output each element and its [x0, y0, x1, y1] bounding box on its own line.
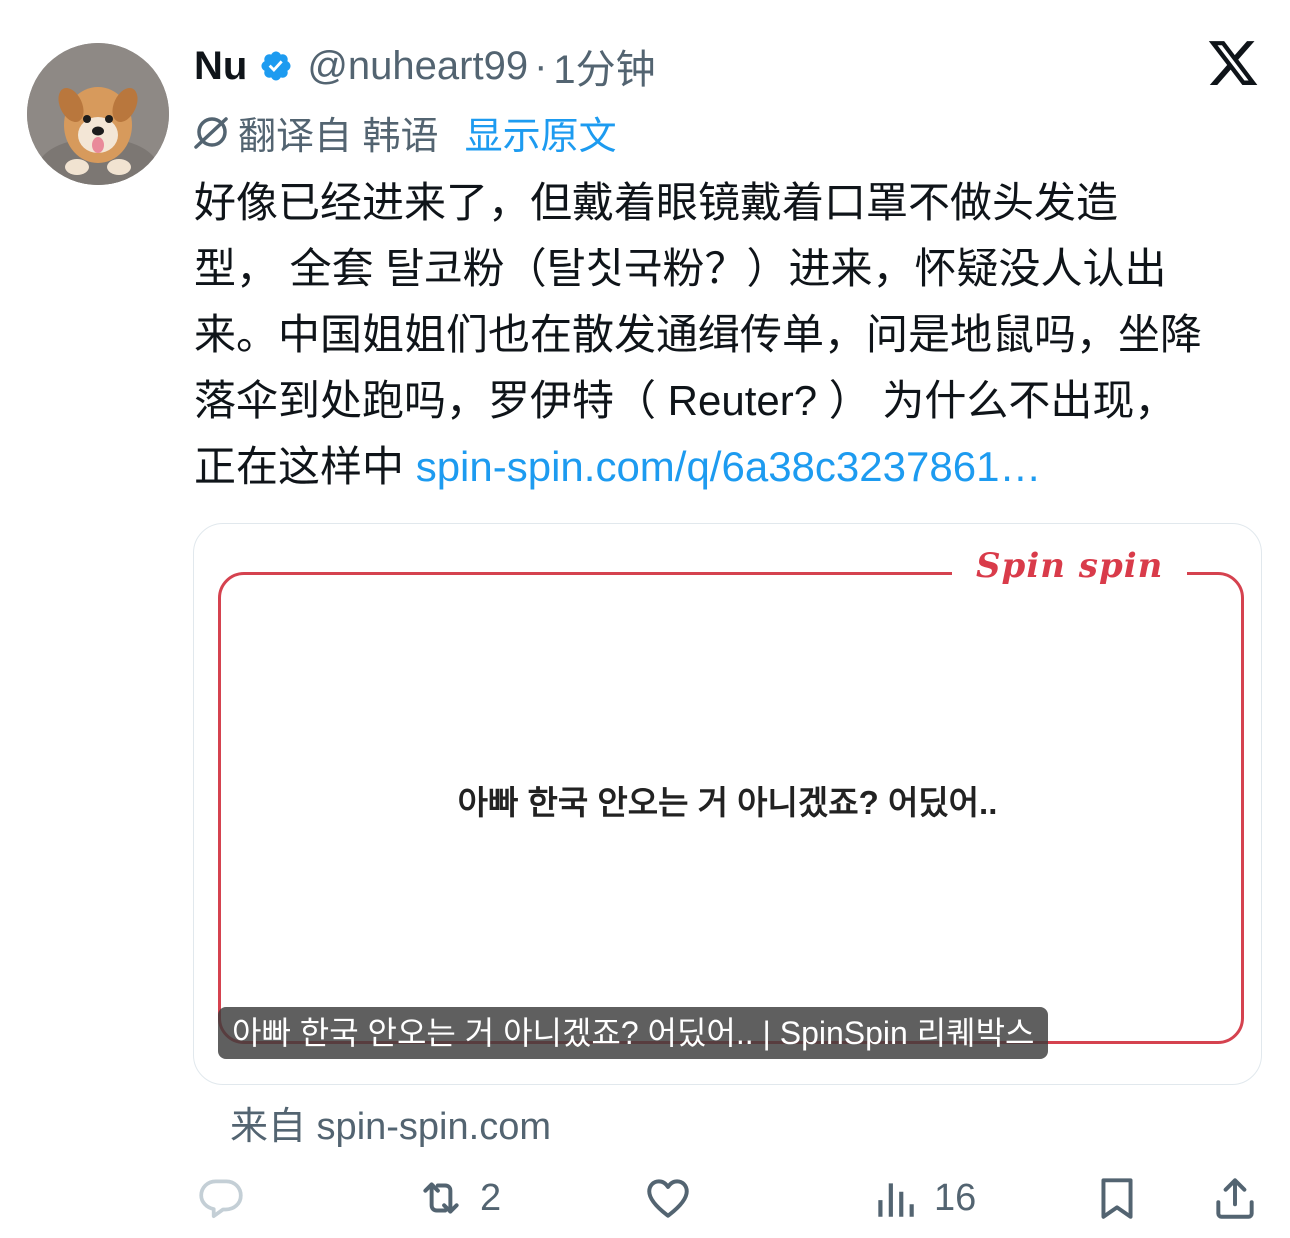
avatar[interactable]: [27, 43, 169, 185]
tweet-text-line: 型， 全套 탈코粉（탈칫국粉？）进来，怀疑没人认出: [194, 245, 1167, 292]
show-original-button[interactable]: 显示原文: [465, 105, 617, 160]
verified-badge-icon: [259, 49, 293, 83]
separator-dot: ·: [534, 43, 548, 88]
views-count: 16: [934, 1176, 977, 1219]
views-icon: [878, 1183, 914, 1217]
tweet-header: Nu @nuheart99 · 1分钟: [194, 36, 656, 96]
link-preview-card[interactable]: Spin spin 아빠 한국 안오는 거 아니겠죠? 어딨어.. 아빠 한국 …: [193, 523, 1262, 1085]
views-button[interactable]: 16: [870, 1170, 976, 1226]
share-icon: [1216, 1178, 1254, 1219]
like-button[interactable]: [643, 1170, 693, 1226]
author-handle[interactable]: @nuheart99: [307, 44, 528, 89]
translate-icon: [192, 113, 230, 151]
tweet-text: 好像已经进来了，但戴着眼镜戴着口罩不做头发造 型， 全套 탈코粉（탈칫국粉？）进…: [194, 170, 1254, 500]
translation-label: 翻译自 韩语: [238, 115, 439, 158]
tweet-text-line-last: 正在这样中 spin-spin.com/q/6a38c3237861…: [194, 434, 1254, 500]
tweet-text-line: 落伞到处跑吗，罗伊特（ Reuter? ） 为什么不出现，: [194, 377, 1177, 424]
tweet-text-line: 来。中国姐姐们也在散发通缉传单，问是地鼠吗，坐降: [194, 311, 1203, 358]
comment-icon: [199, 1179, 243, 1218]
retweet-button[interactable]: 2: [416, 1170, 501, 1226]
tweet-link[interactable]: spin-spin.com/q/6a38c3237861…: [416, 443, 1042, 490]
card-source-link[interactable]: 来自 spin-spin.com: [230, 1095, 551, 1150]
heart-icon: [647, 1179, 689, 1218]
tweet-text-line: 正在这样中: [194, 443, 405, 490]
translation-row: 翻译自 韩语 显示原文: [192, 105, 617, 160]
bookmark-icon: [1101, 1178, 1133, 1219]
card-question-text: 아빠 한국 안오는 거 아니겠죠? 어딨어..: [457, 784, 998, 821]
author-name[interactable]: Nu: [194, 44, 247, 89]
tweet-timestamp[interactable]: 1分钟: [553, 37, 655, 95]
retweet-count: 2: [480, 1176, 502, 1219]
bookmark-button[interactable]: [1092, 1170, 1142, 1226]
reply-button[interactable]: [196, 1170, 246, 1226]
avatar-puppy-image: [27, 43, 169, 185]
x-logo-icon[interactable]: [1206, 36, 1260, 90]
share-button[interactable]: [1210, 1170, 1260, 1226]
retweet-icon: [423, 1182, 459, 1214]
spinspin-logo: Spin spin: [952, 546, 1188, 586]
card-caption: 아빠 한국 안오는 거 아니겠죠? 어딨어.. | SpinSpin 리퀘박스: [218, 1007, 1049, 1059]
tweet-text-line: 好像已经进来了，但戴着眼镜戴着口罩不做头发造: [194, 179, 1119, 226]
